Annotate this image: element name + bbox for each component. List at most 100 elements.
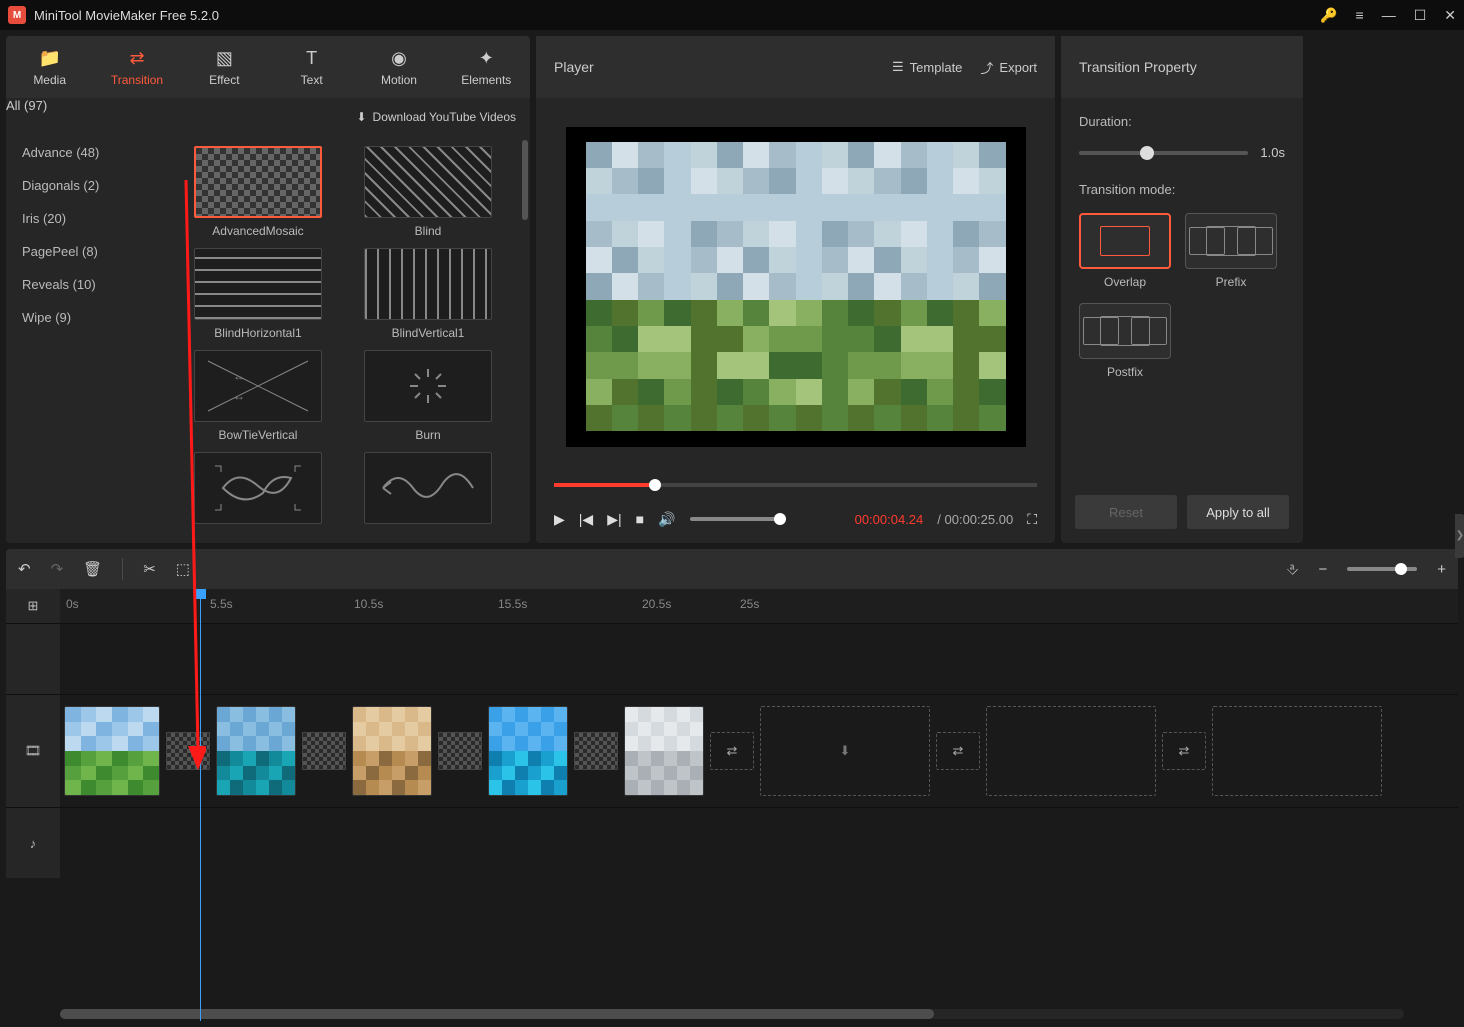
transition-grid: AdvancedMosaic Blind BlindHorizontal1 Bl… [156,136,530,543]
transition-blindhorizontal1[interactable] [194,248,322,320]
scrub-bar[interactable] [536,475,1055,495]
drop-zone[interactable] [1212,706,1382,796]
snap-icon[interactable]: ⎀ [1286,561,1298,578]
category-reveals[interactable]: Reveals (10) [6,268,156,301]
undo-button[interactable]: ↶ [18,560,31,578]
category-wipe[interactable]: Wipe (9) [6,301,156,334]
transition-item[interactable] [194,452,322,524]
tab-label: Media [33,73,66,87]
clip[interactable] [352,706,432,796]
apply-all-button[interactable]: Apply to all [1187,495,1289,529]
app-logo-icon: M [8,6,26,24]
transition-slot[interactable] [574,732,618,770]
maximize-button[interactable]: ☐ [1414,7,1427,24]
volume-icon[interactable]: 🔊 [658,511,675,528]
app-title: MiniTool MovieMaker Free 5.2.0 [34,8,1320,23]
mode-prefix[interactable] [1185,213,1277,269]
crop-button[interactable]: ⬚ [176,560,190,578]
motion-icon: ◉ [391,48,407,69]
stop-button[interactable]: ■ [636,511,644,527]
template-button[interactable]: ☰Template [892,59,962,75]
drop-zone[interactable]: ⬇ [760,706,930,796]
video-track-icon: 🎞 [6,695,60,807]
transition-blindvertical1[interactable] [364,248,492,320]
transition-slot[interactable] [166,732,210,770]
clip[interactable] [216,706,296,796]
tab-elements[interactable]: ✦Elements [443,36,530,98]
scrollbar[interactable] [522,140,528,220]
key-icon[interactable]: 🔑 [1320,7,1337,24]
playhead[interactable] [200,589,201,1021]
clip[interactable] [64,706,160,796]
zoom-in-button[interactable]: + [1437,561,1446,578]
zoom-slider[interactable] [1347,567,1417,571]
library-panel: 📁 Media ⇄Transition ▧Effect TText ◉Motion… [6,36,530,543]
svg-text:↔: ↔ [233,389,245,403]
horizontal-scrollbar[interactable] [60,1009,1404,1019]
delete-button[interactable]: 🗑 [83,560,102,578]
mode-postfix[interactable] [1079,303,1171,359]
effect-icon: ▧ [216,48,233,69]
transition-blind[interactable] [364,146,492,218]
volume-slider[interactable] [690,517,780,521]
transition-advancedmosaic[interactable] [194,146,322,218]
drop-zone[interactable] [986,706,1156,796]
time-ruler[interactable]: 0s 5.5s 10.5s 15.5s 20.5s 25s [60,589,1458,623]
duration-slider[interactable] [1079,151,1248,155]
ruler-mark: 10.5s [354,597,383,611]
mode-overlap[interactable] [1079,213,1171,269]
transition-burn[interactable] [364,350,492,422]
panel-collapse-button[interactable]: ❯ [1455,514,1464,558]
scrub-handle[interactable] [649,479,661,491]
time-total: / 00:00:25.00 [937,512,1013,527]
hamburger-menu-icon[interactable]: ≡ [1356,7,1364,23]
play-button[interactable]: ▶ [554,511,565,528]
category-all[interactable]: All (97) [6,98,156,136]
transition-item[interactable] [364,452,492,524]
next-frame-button[interactable]: ▶| [607,511,621,528]
minimize-button[interactable]: — [1382,7,1396,23]
mode-label-text: Overlap [1104,275,1146,289]
fullscreen-button[interactable]: ⛶ [1027,511,1037,528]
export-button[interactable]: ⤴Export [980,58,1037,77]
transition-bowtievertical[interactable]: ↔↔ [194,350,322,422]
transition-placeholder[interactable]: ⇄ [936,732,980,770]
ruler-mark: 5.5s [210,597,233,611]
transition-placeholder[interactable]: ⇄ [1162,732,1206,770]
add-track-button[interactable]: ⊞ [6,589,60,623]
thumb-label: BlindVertical1 [392,326,465,340]
transition-slot[interactable] [302,732,346,770]
tab-media[interactable]: 📁 Media [6,36,93,98]
tab-transition[interactable]: ⇄Transition [93,36,180,98]
redo-button[interactable]: ↷ [51,560,64,578]
ruler-mark: 15.5s [498,597,527,611]
time-current: 00:00:04.24 [855,512,924,527]
reset-button[interactable]: Reset [1075,495,1177,529]
title-bar: M MiniTool MovieMaker Free 5.2.0 🔑 ≡ — ☐… [0,0,1464,30]
clip[interactable] [488,706,568,796]
ruler-mark: 0s [66,597,79,611]
tab-effect[interactable]: ▧Effect [181,36,268,98]
library-tabs: 📁 Media ⇄Transition ▧Effect TText ◉Motion… [6,36,530,98]
clip[interactable] [624,706,704,796]
zoom-out-button[interactable]: − [1318,561,1327,578]
audio-track-icon: ♪ [6,808,60,878]
folder-icon: 📁 [38,48,60,69]
ruler-mark: 25s [740,597,759,611]
category-pagepeel[interactable]: PagePeel (8) [6,235,156,268]
category-iris[interactable]: Iris (20) [6,202,156,235]
download-youtube-link[interactable]: ⬇Download YouTube Videos [156,98,530,136]
tab-motion[interactable]: ◉Motion [355,36,442,98]
category-diagonals[interactable]: Diagonals (2) [6,169,156,202]
prev-frame-button[interactable]: |◀ [579,511,593,528]
mode-label-text: Prefix [1216,275,1247,289]
text-icon: T [306,48,317,69]
split-button[interactable]: ✂ [143,560,156,578]
transition-slot[interactable] [438,732,482,770]
category-advance[interactable]: Advance (48) [6,136,156,169]
transition-placeholder[interactable]: ⇄ [710,732,754,770]
tab-label: Transition [111,73,163,87]
close-button[interactable]: ✕ [1444,7,1456,24]
tab-text[interactable]: TText [268,36,355,98]
layers-icon: ☰ [892,59,904,75]
